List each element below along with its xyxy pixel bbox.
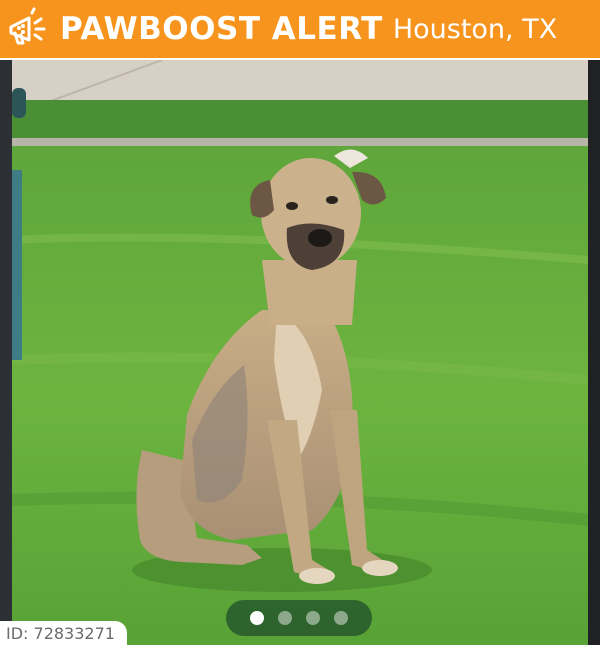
photo-edge-right	[588, 60, 600, 645]
carousel-dot-4[interactable]	[334, 611, 348, 625]
carousel-dot-1[interactable]	[250, 611, 264, 625]
megaphone-paw-icon	[9, 7, 46, 45]
alert-title: PAWBOOST ALERT	[60, 11, 383, 47]
carousel-indicator	[226, 600, 372, 636]
pet-id-label: ID: 72833271	[6, 623, 115, 643]
pawboost-logo	[0, 0, 54, 58]
pet-photo[interactable]	[12, 60, 588, 645]
pet-id-badge: ID: 72833271	[0, 621, 127, 645]
alert-header: PAWBOOST ALERT Houston, TX	[0, 0, 600, 58]
alert-location: Houston, TX	[392, 13, 558, 45]
alert-card: PAWBOOST ALERT Houston, TX ID: 72833271	[0, 0, 600, 645]
carousel-dot-3[interactable]	[306, 611, 320, 625]
photo-edge-left	[0, 60, 12, 645]
carousel-dot-2[interactable]	[278, 611, 292, 625]
dog-photo	[12, 60, 588, 645]
